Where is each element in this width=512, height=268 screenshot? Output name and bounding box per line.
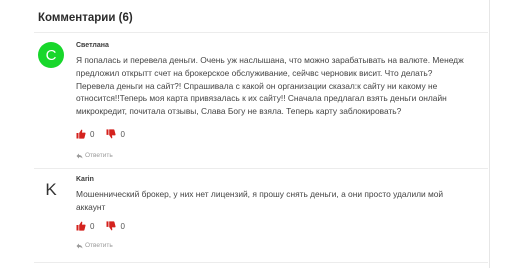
reply-button[interactable]: Ответить bbox=[76, 152, 113, 159]
comment-divider bbox=[34, 262, 488, 263]
dislike-button[interactable]: 0 bbox=[106, 221, 125, 231]
reply-arrow-icon bbox=[76, 153, 83, 158]
comment-text-line: Перевела деньги на сайт?! Спрашивала с к… bbox=[76, 80, 438, 91]
comment-text-line: предложил открытт счет на брокерское обс… bbox=[76, 67, 433, 78]
comment-author: Karin bbox=[76, 176, 94, 183]
heading-divider bbox=[34, 32, 488, 33]
vote-bar: 0 0 bbox=[76, 128, 137, 140]
avatar: С bbox=[38, 42, 64, 68]
comment-author: Светлана bbox=[76, 42, 109, 49]
comments-section: Комментарии (6) С Светлана Я попалась и … bbox=[0, 0, 512, 268]
like-button[interactable]: 0 bbox=[76, 221, 94, 231]
vote-bar: 0 0 bbox=[76, 220, 137, 232]
comment-text-line: микрокредит, почитала отзывы, Слава Богу… bbox=[76, 106, 402, 117]
dislike-count: 0 bbox=[120, 129, 125, 139]
avatar-letter: K bbox=[45, 179, 57, 199]
dislike-button[interactable]: 0 bbox=[106, 129, 125, 139]
comments-heading: Комментарии (6) bbox=[38, 12, 133, 24]
comment-text-line: Мошеннический брокер, у них нет лицензий… bbox=[76, 189, 444, 199]
comment-text-line: относится!!Теперь моя карта привязалась … bbox=[76, 93, 447, 104]
right-border bbox=[489, 0, 490, 268]
avatar: K bbox=[38, 176, 64, 202]
thumbs-up-icon bbox=[76, 129, 86, 139]
comment-text-line: Я попалась и перевела деньги. Очень уж н… bbox=[76, 55, 464, 65]
like-count: 0 bbox=[90, 221, 95, 231]
comment-text: Мошеннический брокер, у них нет лицензий… bbox=[76, 188, 482, 214]
comment-text: Я попалась и перевела деньги. Очень уж н… bbox=[76, 54, 482, 118]
thumbs-down-icon bbox=[106, 129, 117, 139]
reply-label: Ответить bbox=[85, 242, 113, 249]
dislike-count: 0 bbox=[120, 221, 125, 231]
like-button[interactable]: 0 bbox=[76, 129, 94, 139]
comment-divider bbox=[34, 168, 488, 169]
comment-text-line: аккаунт bbox=[76, 201, 106, 212]
reply-label: Ответить bbox=[85, 152, 113, 159]
reply-button[interactable]: Ответить bbox=[76, 242, 113, 249]
thumbs-down-icon bbox=[106, 221, 117, 231]
thumbs-up-icon bbox=[76, 221, 86, 231]
avatar-letter: С bbox=[45, 46, 57, 64]
reply-arrow-icon bbox=[76, 243, 83, 248]
like-count: 0 bbox=[90, 129, 95, 139]
